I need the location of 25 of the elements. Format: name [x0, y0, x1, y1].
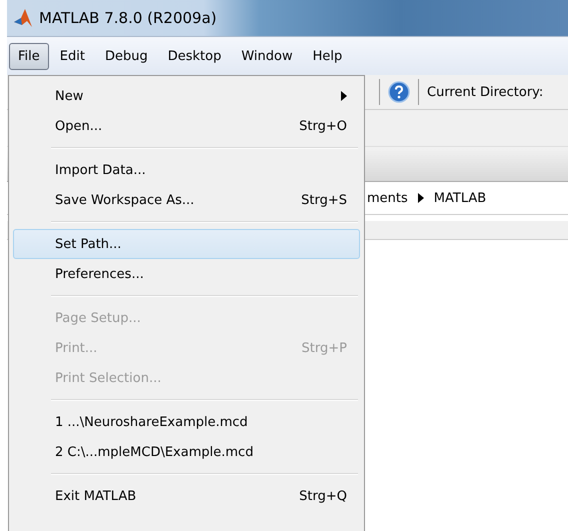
menu-item[interactable]: 2 C:\...mpleMCD\Example.mcd: [13, 437, 360, 467]
menu-item[interactable]: 1 ...\NeuroshareExample.mcd: [13, 407, 360, 437]
shortcut-label: Strg+Q: [299, 488, 347, 504]
menu-item[interactable]: New: [13, 81, 360, 111]
current-directory-label: Current Directory:: [427, 84, 544, 100]
menu-item[interactable]: File: [9, 42, 49, 70]
shortcut-label: Strg+S: [301, 192, 347, 208]
menu-item[interactable]: Save Workspace As... Strg+S: [13, 185, 360, 215]
menu-item[interactable]: Preferences...: [13, 259, 360, 289]
help-icon[interactable]: [388, 81, 410, 103]
menu-item[interactable]: Exit MATLAB Strg+Q: [13, 481, 360, 511]
menu-item[interactable]: Desktop: [158, 42, 230, 70]
menu-item[interactable]: Window: [232, 42, 302, 70]
path-segment[interactable]: MATLAB: [434, 190, 486, 206]
menu-item[interactable]: Debug: [96, 42, 157, 70]
menu-item[interactable]: Help: [304, 42, 352, 70]
menu-item[interactable]: Edit: [50, 42, 94, 70]
logo-icon: [13, 7, 33, 29]
menu-item[interactable]: Set Path...: [13, 229, 360, 259]
shortcut-label: Strg+P: [302, 340, 347, 356]
window-title: MATLAB 7.8.0 (R2009a): [39, 9, 217, 27]
menu-item[interactable]: Import Data...: [13, 155, 360, 185]
path-segment[interactable]: ments: [367, 190, 408, 206]
shortcut-label: Strg+O: [299, 118, 347, 134]
chevron-icon: [418, 193, 424, 203]
